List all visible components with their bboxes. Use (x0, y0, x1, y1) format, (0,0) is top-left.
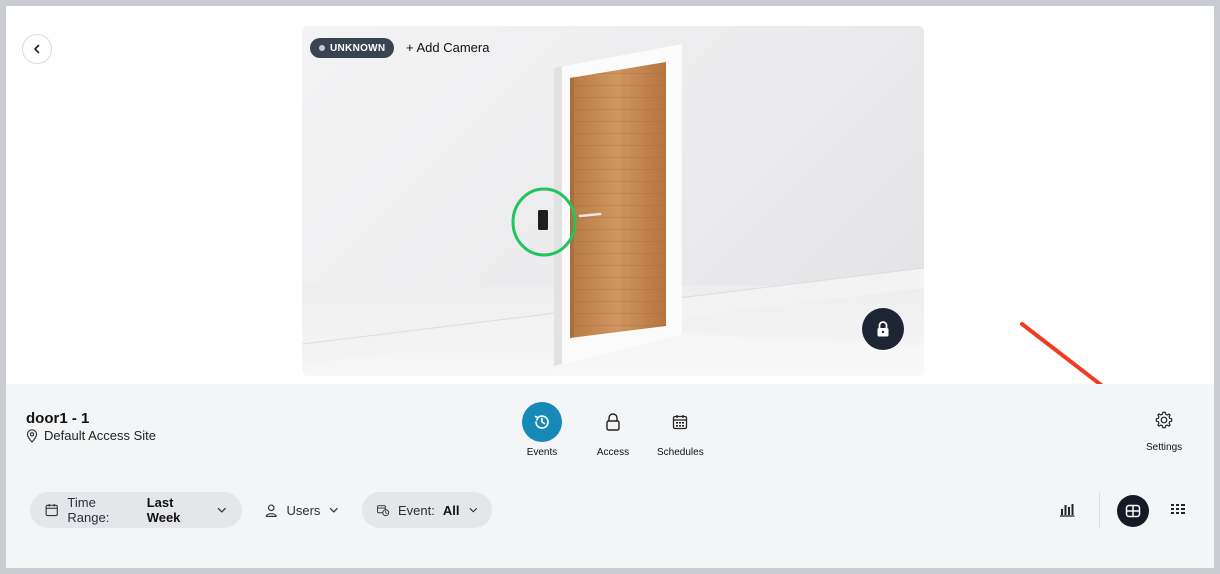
bar-chart-icon (1060, 504, 1075, 517)
location-pin-icon (26, 428, 38, 443)
schedules-icon-circle (660, 402, 700, 442)
gear-icon (1155, 411, 1173, 429)
view-divider (1099, 492, 1100, 528)
tab-access-label: Access (596, 447, 630, 458)
calendar-clock-icon (377, 505, 390, 517)
calendar-icon (45, 504, 58, 517)
door-detail-panel: UNKNOWN + Add Camera door1 - 1 Default A… (6, 6, 1214, 568)
user-icon (265, 503, 277, 517)
camera-status-badge: UNKNOWN (310, 38, 395, 58)
site-name: Default Access Site (44, 428, 156, 443)
card-reader (538, 210, 548, 230)
event-value: All (442, 502, 460, 518)
back-button[interactable] (22, 34, 52, 64)
door-illustration (302, 44, 924, 376)
chart-view-button[interactable] (1058, 500, 1076, 523)
access-icon-circle (593, 402, 633, 442)
card-view-button[interactable] (1117, 495, 1149, 532)
event-filter[interactable]: Event: All (362, 492, 492, 528)
tab-schedules-label: Schedules (657, 447, 704, 458)
events-icon-circle (522, 402, 562, 442)
users-filter[interactable]: Users (250, 492, 354, 528)
status-dot (319, 45, 325, 51)
grid-card-icon (1117, 495, 1149, 527)
list-view-button[interactable] (1170, 502, 1186, 523)
list-grid-icon (1171, 504, 1185, 514)
history-clock-icon (534, 415, 549, 429)
lock-icon (877, 321, 889, 337)
door-name: door1 - 1 (26, 410, 90, 427)
time-range-filter[interactable]: Time Range: Last Week (30, 492, 242, 528)
door-camera-preview: UNKNOWN + Add Camera (302, 26, 924, 376)
chevron-down-icon (469, 508, 477, 513)
tab-access[interactable]: Access (593, 402, 633, 458)
lock-door-button[interactable] (862, 308, 904, 350)
site-location: Default Access Site (26, 428, 156, 443)
chevron-down-icon (218, 507, 227, 513)
tab-schedules[interactable]: Schedules (657, 402, 704, 458)
door-info-bar: door1 - 1 Default Access Site Events Acc… (6, 384, 1214, 568)
time-range-value: Last Week (146, 495, 181, 525)
tab-events-label: Events (526, 447, 558, 458)
settings-label: Settings (1146, 442, 1183, 453)
add-camera-link[interactable]: + Add Camera (406, 40, 489, 55)
lock-outline-icon (606, 413, 620, 431)
camera-status-text: UNKNOWN (330, 42, 386, 54)
users-label: Users (286, 502, 321, 518)
chevron-left-icon (34, 44, 40, 54)
time-range-label: Time Range: (67, 495, 110, 525)
chevron-down-icon (330, 507, 339, 513)
settings-button[interactable]: Settings (1146, 410, 1182, 453)
event-label: Event: (398, 502, 435, 518)
tab-events[interactable]: Events (522, 402, 562, 458)
calendar-icon (673, 415, 688, 430)
